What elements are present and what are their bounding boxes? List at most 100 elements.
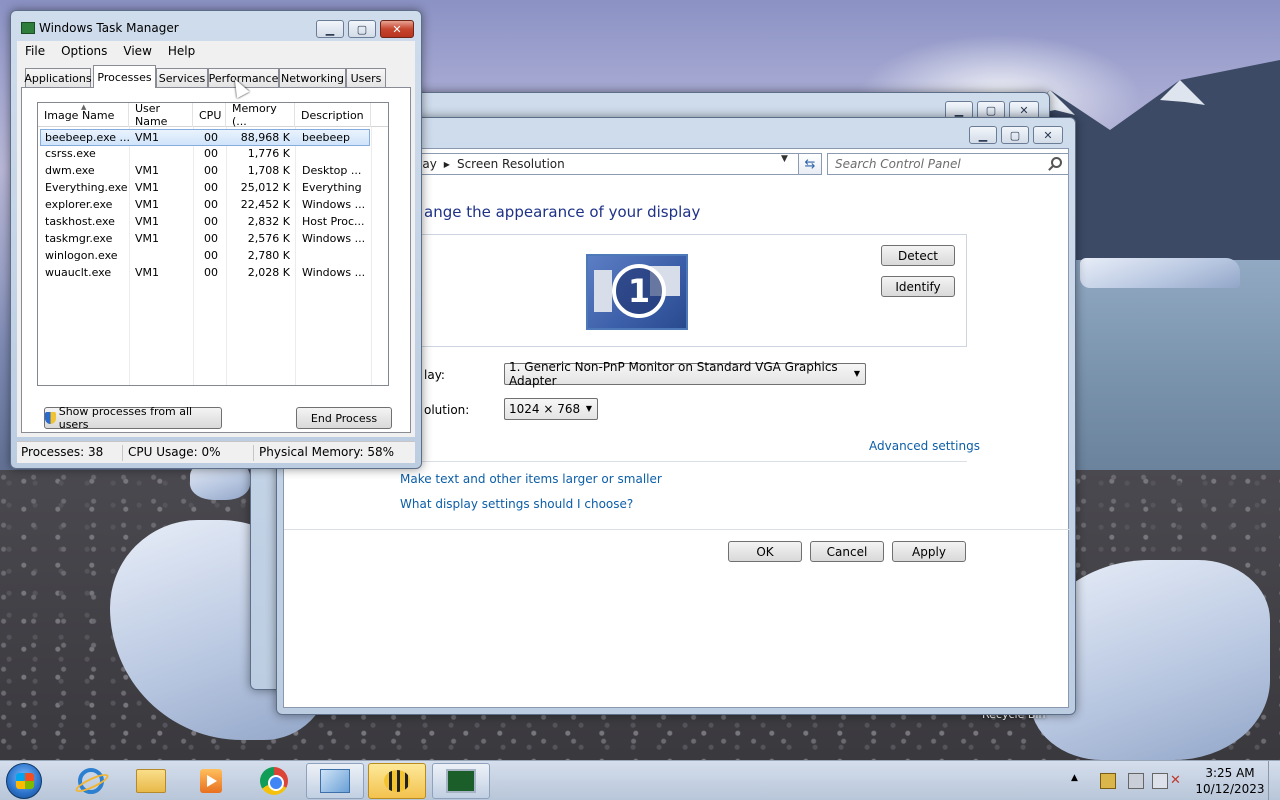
tab-applications[interactable]: Applications [24,68,92,87]
table-row[interactable]: taskmgr.exe VM1 00 2,576 K Windows ... [40,231,370,248]
table-row[interactable]: dwm.exe VM1 00 1,708 K Desktop ... [40,163,370,180]
taskbar: ▲ ✕ 3:25 AM 10/12/2023 [0,760,1280,800]
cell-cpu: 00 [204,249,218,262]
menu-file[interactable]: File [17,44,53,58]
task-manager-window[interactable]: Windows Task Manager ▁ ▢ ✕ File Options … [10,10,422,469]
cell-image: explorer.exe [45,198,113,211]
search-input[interactable]: Search Control Panel [827,153,1069,175]
monitor-icon[interactable]: 1 [586,254,688,330]
cell-cpu: 00 [204,147,218,160]
tab-processes[interactable]: Processes [93,65,156,88]
windows-logo-icon [16,773,34,789]
cell-user: VM1 [135,266,160,279]
cell-description: Windows ... [302,232,366,245]
taskbar-explorer-button[interactable] [122,763,180,799]
start-button[interactable] [6,763,42,799]
breadcrumb-separator-icon: ▶ [443,159,450,169]
action-center-icon[interactable] [1100,773,1116,789]
cell-memory: 25,012 K [240,181,290,194]
internet-explorer-icon [78,768,104,794]
refresh-icon: ⇆ [804,156,816,172]
show-desktop-button[interactable] [1268,761,1280,800]
table-row[interactable]: explorer.exe VM1 00 22,452 K Windows ... [40,197,370,214]
table-row[interactable]: taskhost.exe VM1 00 2,832 K Host Proc... [40,214,370,231]
close-button[interactable]: ✕ [1033,126,1063,144]
taskbar-control-panel-button[interactable] [306,763,364,799]
advanced-settings-link[interactable]: Advanced settings [869,439,980,453]
display-select-value: 1. Generic Non-PnP Monitor on Standard V… [509,360,838,388]
tray-overflow-icon[interactable]: ▲ [1071,773,1078,783]
table-row[interactable]: wuauclt.exe VM1 00 2,028 K Windows ... [40,265,370,282]
volume-muted-icon[interactable]: ✕ [1170,773,1186,789]
cell-memory: 22,452 K [240,198,290,211]
menu-help[interactable]: Help [160,44,203,58]
cell-description: Everything [302,181,362,194]
minimize-button[interactable]: ▁ [969,126,997,144]
ice-background [1080,258,1240,288]
column-image-name[interactable]: Image Name ▲ [38,103,129,127]
status-memory: Physical Memory: 58% [259,445,395,459]
taskbar-ie-button[interactable] [62,763,120,799]
cell-user: VM1 [135,181,160,194]
close-button[interactable]: ✕ [380,20,414,38]
column-memory[interactable]: Memory (... [226,102,295,128]
cell-cpu: 00 [204,215,218,228]
end-process-button[interactable]: End Process [296,407,392,429]
table-row[interactable]: csrss.exe 00 1,776 K [40,146,370,163]
minimize-button[interactable]: ▁ [316,20,344,38]
cell-image: beebeep.exe ... [45,131,129,144]
table-row[interactable]: Everything.exe VM1 00 25,012 K Everythin… [40,180,370,197]
cell-cpu: 00 [204,198,218,211]
process-list[interactable]: Image Name ▲ User Name CPU Memory (... D… [37,102,389,386]
column-label: Memory (... [232,102,277,128]
identify-button[interactable]: Identify [881,276,955,297]
display-select[interactable]: 1. Generic Non-PnP Monitor on Standard V… [504,360,866,388]
taskbar-media-player-button[interactable] [182,763,240,799]
cell-image: taskmgr.exe [45,232,113,245]
cell-image: wuauclt.exe [45,266,112,279]
breadcrumb-current[interactable]: Screen Resolution [457,157,565,171]
button-label: Show processes from all users [58,405,193,431]
column-cpu[interactable]: CPU [193,103,226,127]
ok-button[interactable]: OK [728,541,802,562]
maximize-button[interactable]: ▢ [1001,126,1029,144]
cell-image: taskhost.exe [45,215,115,228]
network-error-icon[interactable] [1128,773,1144,789]
tab-networking[interactable]: Networking [279,68,346,87]
tab-users[interactable]: Users [346,68,386,87]
cell-memory: 2,576 K [247,232,290,245]
display-settings-help-link[interactable]: What display settings should I choose? [400,497,633,511]
display-label: lay: [424,368,445,382]
column-description[interactable]: Description [295,103,371,127]
clock[interactable]: 3:25 AM 10/12/2023 [1190,765,1270,797]
chevron-down-icon[interactable]: ▼ [781,154,788,164]
menu-view[interactable]: View [115,44,159,58]
refresh-button[interactable]: ⇆ [798,153,822,175]
detect-button[interactable]: Detect [881,245,955,266]
cell-description: Host Proc... [302,215,365,228]
column-label: Description [301,108,364,122]
tab-services[interactable]: Services [156,68,208,87]
show-all-processes-button[interactable]: Show processes from all users [44,405,222,431]
maximize-button[interactable]: ▢ [348,20,376,38]
table-row[interactable]: winlogon.exe 00 2,780 K [40,248,370,265]
task-manager-icon [21,22,35,34]
column-divider [371,127,372,385]
cell-memory: 1,776 K [247,147,290,160]
text-size-link[interactable]: Make text and other items larger or smal… [400,472,662,486]
taskbar-beebeep-button[interactable] [368,763,426,799]
column-label: CPU [199,108,222,122]
network-icon[interactable] [1152,773,1168,789]
cancel-button[interactable]: Cancel [810,541,884,562]
table-row[interactable]: beebeep.exe ... VM1 00 88,968 K beebeep [40,129,370,146]
column-user-name[interactable]: User Name [129,103,193,128]
menu-options[interactable]: Options [53,44,115,58]
search-icon[interactable] [1051,157,1062,168]
taskbar-task-manager-button[interactable] [432,763,490,799]
screen-window-shape [594,270,612,312]
beebeep-icon [384,770,410,792]
taskbar-chrome-button[interactable] [245,763,303,799]
apply-button[interactable]: Apply [892,541,966,562]
resolution-select-value: 1024 × 768 [509,402,581,416]
resolution-select[interactable]: 1024 × 768 ▼ [504,398,598,420]
